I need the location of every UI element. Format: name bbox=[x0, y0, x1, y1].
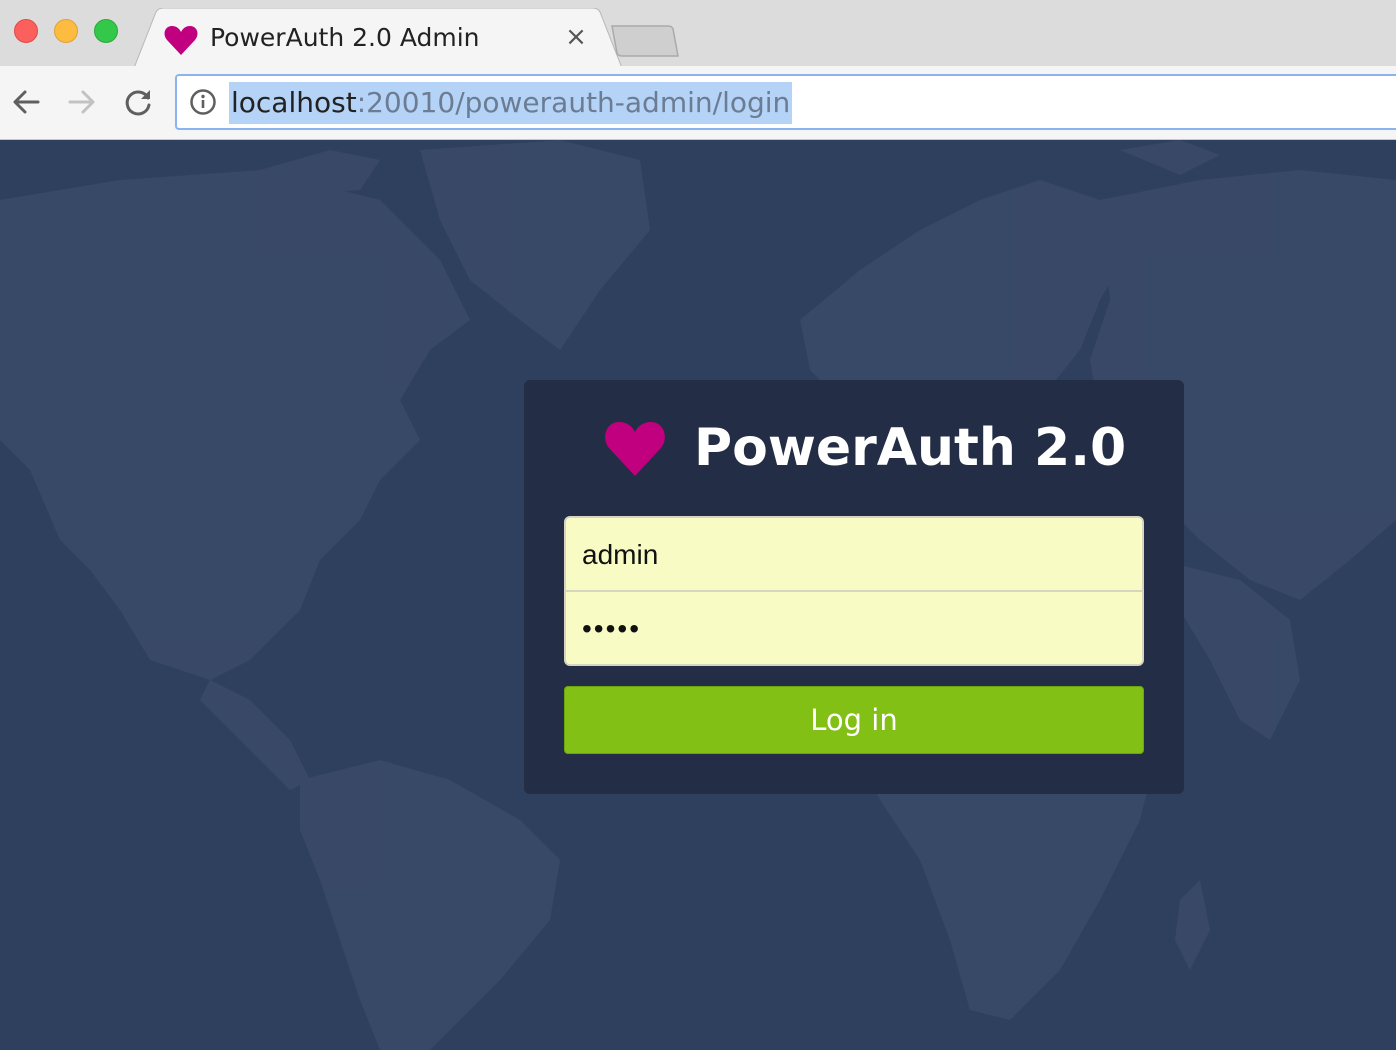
heart-icon bbox=[164, 26, 198, 55]
address-url[interactable]: localhost:20010/powerauth-admin/login bbox=[229, 82, 793, 124]
url-path: :20010/powerauth-admin/login bbox=[356, 86, 791, 119]
info-icon[interactable] bbox=[189, 88, 217, 116]
login-page: PowerAuth 2.0 Log in bbox=[0, 140, 1396, 1050]
credentials-group bbox=[564, 516, 1144, 666]
login-card: PowerAuth 2.0 Log in bbox=[524, 380, 1184, 794]
browser-tab-strip: PowerAuth 2.0 Admin × bbox=[0, 0, 1396, 68]
address-bar[interactable]: localhost:20010/powerauth-admin/login bbox=[175, 74, 1396, 130]
back-arrow-icon[interactable] bbox=[8, 84, 44, 120]
tab-title: PowerAuth 2.0 Admin bbox=[210, 23, 480, 52]
window-minimize-button[interactable] bbox=[54, 19, 78, 43]
login-button[interactable]: Log in bbox=[564, 686, 1144, 754]
forward-arrow-icon[interactable] bbox=[64, 84, 100, 120]
new-tab-button[interactable] bbox=[610, 24, 680, 58]
brand-title: PowerAuth 2.0 bbox=[694, 418, 1127, 478]
username-input[interactable] bbox=[566, 518, 1142, 591]
window-zoom-button[interactable] bbox=[94, 19, 118, 43]
heart-logo-icon bbox=[605, 422, 665, 476]
reload-icon[interactable] bbox=[120, 84, 156, 120]
window-close-button[interactable] bbox=[14, 19, 38, 43]
url-host: localhost bbox=[231, 86, 357, 119]
password-input[interactable] bbox=[566, 592, 1142, 664]
browser-tab-active[interactable]: PowerAuth 2.0 Admin × bbox=[134, 8, 622, 68]
tab-close-icon[interactable]: × bbox=[564, 23, 588, 51]
browser-toolbar: localhost:20010/powerauth-admin/login bbox=[0, 66, 1396, 140]
